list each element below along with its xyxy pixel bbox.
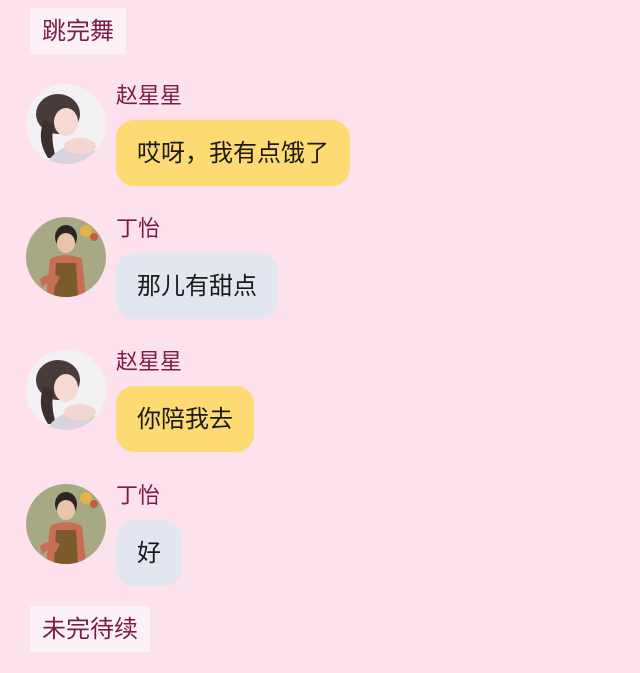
- scene-tag-bottom: 未完待续: [30, 606, 150, 652]
- message-bubble[interactable]: 哎呀，我有点饿了: [116, 120, 350, 186]
- female-avatar[interactable]: [26, 84, 106, 164]
- message-bubble[interactable]: 好: [116, 520, 182, 586]
- chat-message: 赵星星 你陪我去: [26, 350, 626, 460]
- male-avatar[interactable]: [26, 484, 106, 564]
- scene-tag-top: 跳完舞: [30, 8, 126, 54]
- message-bubble[interactable]: 你陪我去: [116, 386, 254, 452]
- sender-name: 赵星星: [116, 350, 183, 375]
- sender-name: 丁怡: [116, 217, 161, 242]
- message-bubble[interactable]: 那儿有甜点: [116, 253, 278, 319]
- sender-name: 丁怡: [116, 484, 161, 509]
- female-avatar[interactable]: [26, 350, 106, 430]
- sender-name: 赵星星: [116, 84, 183, 109]
- chat-message: 赵星星 哎呀，我有点饿了: [26, 84, 626, 194]
- chat-message: 丁怡 那儿有甜点: [26, 217, 626, 327]
- male-avatar[interactable]: [26, 217, 106, 297]
- chat-message: 丁怡 好: [26, 484, 626, 594]
